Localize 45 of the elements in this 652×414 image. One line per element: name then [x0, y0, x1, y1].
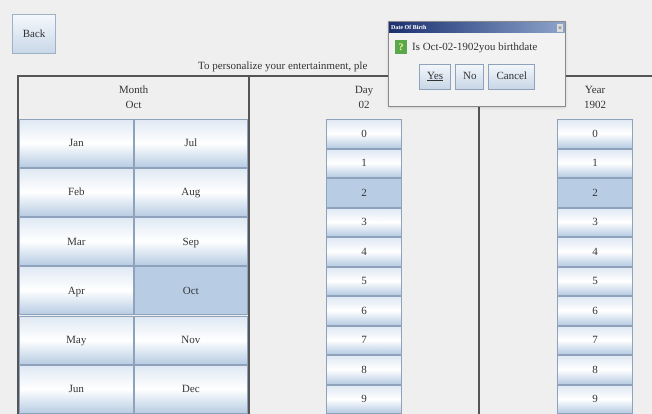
instruction-text: To personalize your entertainment, ple [198, 59, 368, 74]
digit-button[interactable]: 1 [326, 148, 402, 178]
digit-button[interactable]: 2 [557, 178, 633, 208]
dialog-button[interactable]: Cancel [488, 64, 535, 90]
digit-button[interactable]: 4 [326, 237, 402, 266]
digit-button[interactable]: 9 [557, 384, 633, 414]
month-button[interactable]: Jul [134, 119, 248, 168]
column-value: 1902 [584, 98, 606, 113]
digit-button[interactable]: 5 [326, 266, 402, 296]
month-button[interactable]: Apr [19, 266, 134, 316]
digit-button[interactable]: 6 [557, 296, 633, 326]
digit-button[interactable]: 5 [557, 266, 633, 296]
digit-button[interactable]: 0 [326, 119, 402, 148]
digit-button[interactable]: 0 [557, 119, 633, 148]
column-value: Oct [126, 98, 142, 113]
digit-button[interactable]: 6 [326, 296, 402, 326]
digit-button[interactable]: 8 [557, 355, 633, 384]
column-value: 02 [358, 98, 370, 113]
month-button[interactable]: Mar [19, 217, 134, 266]
column-title: Month [118, 83, 148, 98]
digit-button[interactable]: 4 [557, 237, 633, 266]
digit-button[interactable]: 1 [557, 148, 633, 178]
month-button[interactable]: Feb [19, 168, 134, 218]
month-button[interactable]: Nov [134, 316, 248, 365]
month-button[interactable]: Oct [134, 266, 248, 316]
digit-button[interactable]: 7 [557, 326, 633, 355]
question-icon: ? [395, 40, 407, 54]
digit-button[interactable]: 3 [326, 208, 402, 237]
digit-button[interactable]: 2 [326, 178, 402, 208]
month-button[interactable]: Jun [19, 364, 134, 414]
digit-button[interactable]: 8 [326, 355, 402, 384]
dialog-button[interactable]: No [455, 64, 484, 90]
month-button[interactable]: Jan [19, 119, 134, 168]
column-title: Year [584, 83, 606, 98]
month-button[interactable]: Dec [134, 364, 248, 414]
month-button[interactable]: May [19, 316, 134, 365]
month-button[interactable]: Aug [134, 168, 248, 218]
month-button[interactable]: Sep [134, 217, 248, 266]
digit-button[interactable]: 3 [557, 208, 633, 237]
back-button[interactable]: Back [12, 14, 56, 54]
digit-button[interactable]: 7 [326, 326, 402, 355]
dialog-message: Is Oct-02-1902you birthdate [412, 40, 538, 55]
column-title: Day [354, 83, 374, 98]
digit-button[interactable]: 9 [326, 384, 402, 414]
dialog-button[interactable]: Yes [418, 64, 451, 90]
